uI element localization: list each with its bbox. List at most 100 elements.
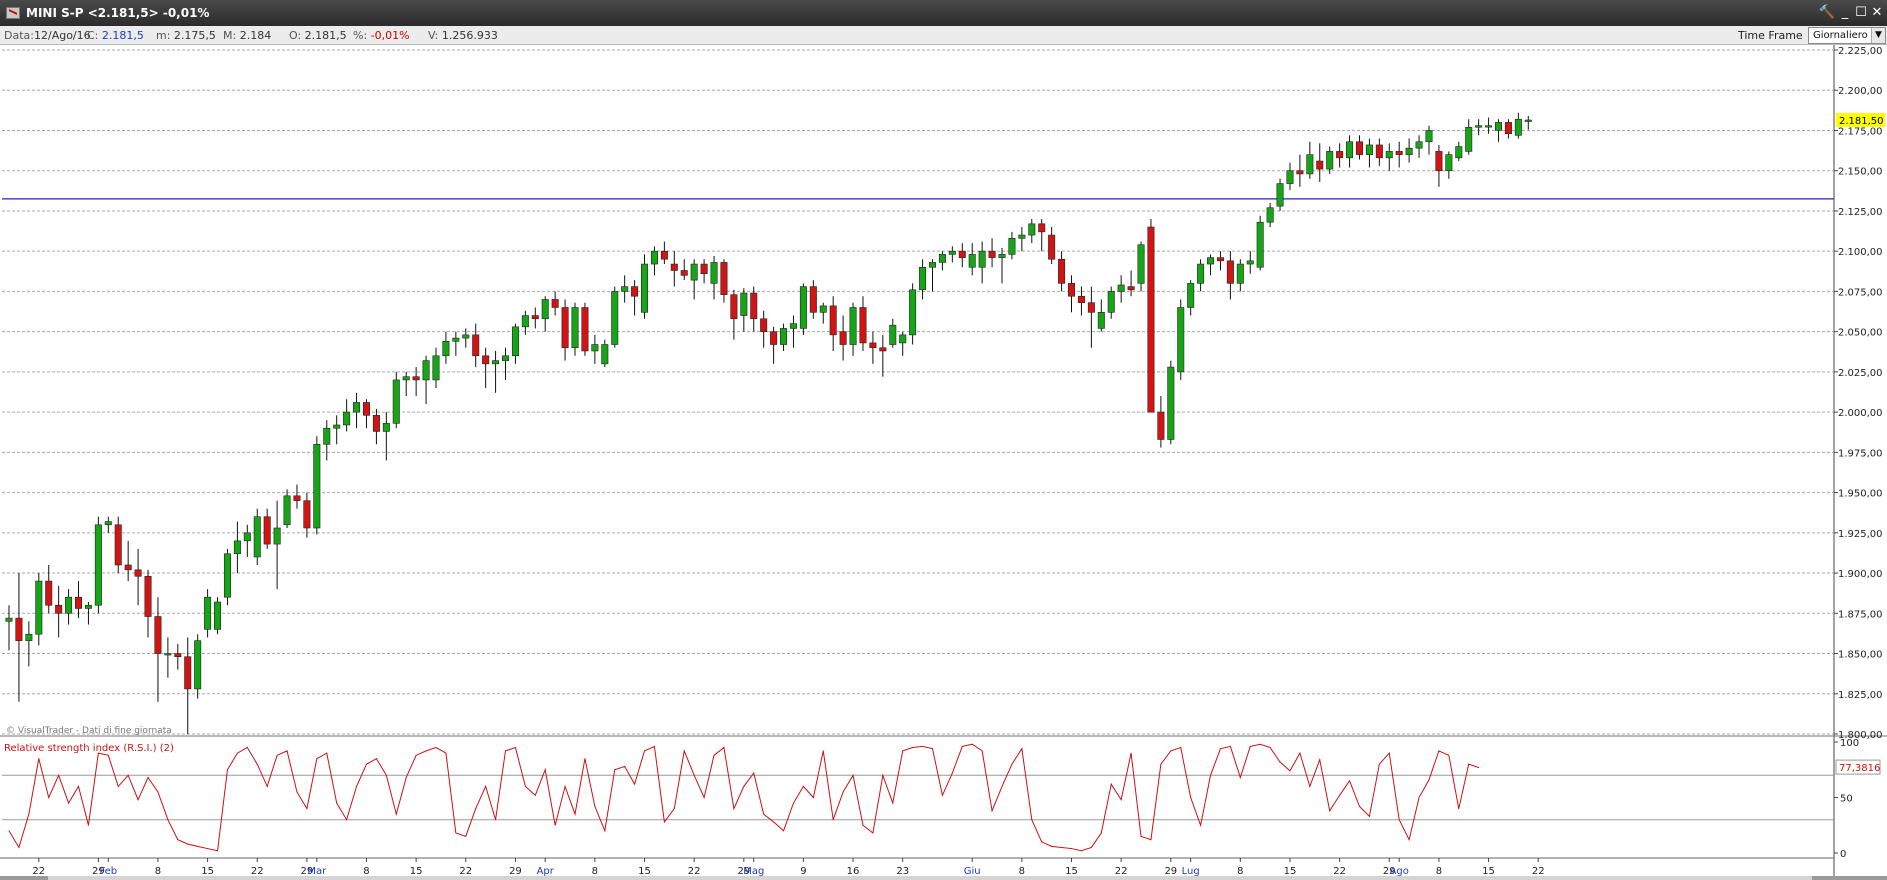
x-day-label: 22 (32, 866, 45, 876)
rsi-point (1011, 763, 1013, 765)
min-label: m: (156, 29, 171, 42)
rsi-point (1061, 846, 1063, 848)
rsi-point (912, 747, 914, 749)
window-title: MINI S-P <2.181,5> -0,01% (26, 6, 210, 20)
candle (214, 597, 222, 635)
timeframe-value: Giornaliero (1813, 30, 1868, 41)
candle-body (124, 564, 132, 571)
rsi-point (246, 747, 248, 749)
scrollbar-left-thumb[interactable] (0, 876, 48, 880)
x-day-label: 15 (410, 866, 423, 876)
price-tick-label: 2.050,00 (1838, 328, 1883, 339)
rsi-point (941, 794, 943, 796)
candle-body (1395, 151, 1403, 155)
x-day-label: 22 (1115, 866, 1128, 876)
rsi-point (1090, 846, 1092, 848)
close-button[interactable]: ✕ (1868, 4, 1886, 22)
rsi-value-label: 77,3816 (1839, 763, 1880, 774)
candle-body (958, 250, 966, 258)
candle-body (730, 294, 738, 320)
candle-body (1147, 226, 1155, 413)
candle (94, 516, 102, 614)
date-label: Data: (4, 29, 34, 42)
rsi-point (1110, 783, 1112, 785)
candle-body (1365, 144, 1373, 155)
candle (571, 302, 579, 356)
rsi-point (1299, 752, 1301, 754)
candle-body (690, 263, 698, 281)
price-tick-label: 2.125,00 (1838, 207, 1883, 218)
candle-body (1127, 286, 1135, 291)
candle-body (223, 553, 231, 598)
candle-body (650, 250, 658, 265)
candle-body (134, 569, 142, 577)
candle-body (343, 411, 351, 426)
rsi-point (961, 745, 963, 747)
rsi-point (58, 774, 60, 776)
x-day-label: 15 (1284, 866, 1297, 876)
rsi-point (217, 850, 219, 852)
candle-body (710, 262, 718, 284)
rsi-tick-label: 100 (1840, 738, 1859, 749)
candle-body (591, 344, 599, 352)
candle-body (1187, 283, 1195, 308)
rsi-point (842, 791, 844, 793)
candle-body (1107, 291, 1115, 313)
candle-body (641, 263, 649, 313)
rsi-point (495, 819, 497, 821)
x-day-label: 8 (363, 866, 369, 876)
price-tick-label: 2.175,00 (1838, 126, 1883, 137)
rsi-point (991, 810, 993, 812)
x-day-label: 8 (155, 866, 161, 876)
candle-body (204, 596, 212, 630)
rsi-point (226, 769, 228, 771)
rsi-point (1279, 761, 1281, 763)
rsi-point (475, 808, 477, 810)
rsi-point (872, 832, 874, 834)
candle-body (531, 315, 539, 320)
tools-icon[interactable]: 🔨 (1818, 4, 1836, 22)
scrollbar-right-thumb[interactable] (1812, 876, 1887, 880)
candle-body (263, 516, 271, 545)
candle-body (1256, 221, 1264, 268)
candle-body (144, 575, 152, 617)
rsi-point (236, 752, 238, 754)
candle-body (1008, 238, 1016, 255)
price-tick-label: 2.150,00 (1838, 167, 1883, 178)
candle-body (1415, 141, 1423, 149)
rsi-point (1160, 763, 1162, 765)
candle-body (1207, 257, 1215, 265)
rsi-point (1080, 850, 1082, 852)
rsi-point (1001, 785, 1003, 787)
candle-body (1465, 126, 1473, 152)
last-price-label: 2.181,50 (1839, 116, 1884, 127)
x-day-label: 8 (1237, 866, 1243, 876)
x-day-label: 22 (251, 866, 264, 876)
rsi-point (862, 824, 864, 826)
candle-body (273, 527, 281, 545)
rsi-tick-label: 0 (1840, 849, 1846, 860)
chart-area[interactable]: 1.800,001.825,001.850,001.875,001.900,00… (0, 45, 1887, 876)
candle-body (571, 307, 579, 349)
rsi-point (951, 772, 953, 774)
rsi-point (773, 821, 775, 823)
price-tick-label: 1.925,00 (1838, 529, 1883, 540)
chevron-down-icon[interactable]: ▼ (1871, 28, 1885, 43)
candle-body (313, 444, 321, 529)
rsi-point (445, 752, 447, 754)
candle-body (1117, 284, 1125, 292)
candle-body (1197, 263, 1205, 284)
max-value: 2.184 (239, 29, 272, 42)
horizontal-scrollbar[interactable] (0, 876, 1887, 880)
date-value: 12/Ago/16 (33, 29, 91, 42)
price-tick-label: 2.025,00 (1838, 368, 1883, 379)
rsi-point (683, 750, 685, 752)
rsi-point (1190, 797, 1192, 798)
rsi-point (1428, 779, 1430, 781)
rsi-point (971, 743, 973, 745)
candle-body (432, 355, 440, 381)
candle-body (511, 326, 519, 357)
timeframe-select[interactable]: Giornaliero ▼ (1808, 27, 1886, 44)
price-tick-label: 2.075,00 (1838, 287, 1883, 298)
rsi-point (1150, 839, 1152, 841)
